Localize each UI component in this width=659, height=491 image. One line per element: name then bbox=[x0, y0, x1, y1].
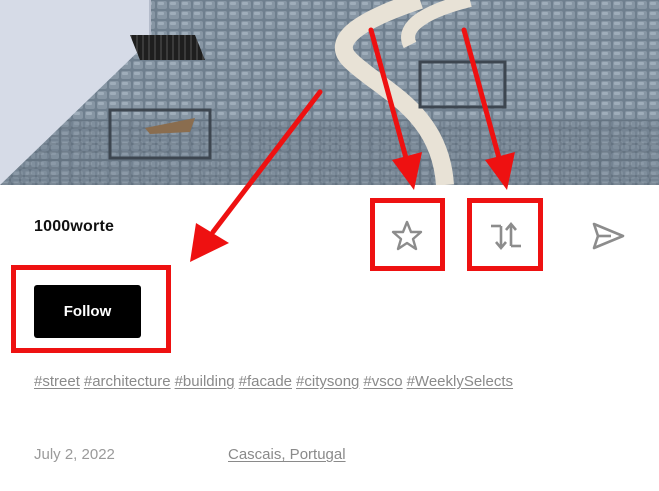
tag-list: #street #architecture #building #facade #cit… bbox=[34, 373, 517, 390]
star-icon bbox=[391, 220, 423, 251]
tag-link[interactable]: #facade bbox=[239, 373, 292, 390]
tag-link[interactable]: #WeeklySelects bbox=[407, 373, 513, 390]
post-page: 1000worte Follow #street #architecture #bu… bbox=[0, 0, 659, 491]
location-link[interactable]: Cascais, Portugal bbox=[228, 446, 346, 463]
tag-link[interactable]: #street bbox=[34, 373, 80, 390]
username[interactable]: 1000worte bbox=[34, 218, 114, 236]
post-date: July 2, 2022 bbox=[34, 446, 115, 463]
republish-arrows-icon bbox=[491, 221, 521, 251]
tag-link[interactable]: #architecture bbox=[84, 373, 171, 390]
tag-link[interactable]: #citysong bbox=[296, 373, 359, 390]
follow-button[interactable]: Follow bbox=[34, 285, 141, 338]
tag-link[interactable]: #building bbox=[175, 373, 235, 390]
share-button[interactable] bbox=[588, 216, 628, 256]
post-photo bbox=[0, 0, 659, 185]
tag-link[interactable]: #vsco bbox=[363, 373, 402, 390]
republish-button[interactable] bbox=[486, 216, 526, 256]
annotation-arrowhead bbox=[190, 223, 229, 262]
favorite-button[interactable] bbox=[387, 216, 427, 256]
cobblestone-street-image bbox=[0, 0, 659, 185]
send-icon bbox=[592, 222, 625, 250]
